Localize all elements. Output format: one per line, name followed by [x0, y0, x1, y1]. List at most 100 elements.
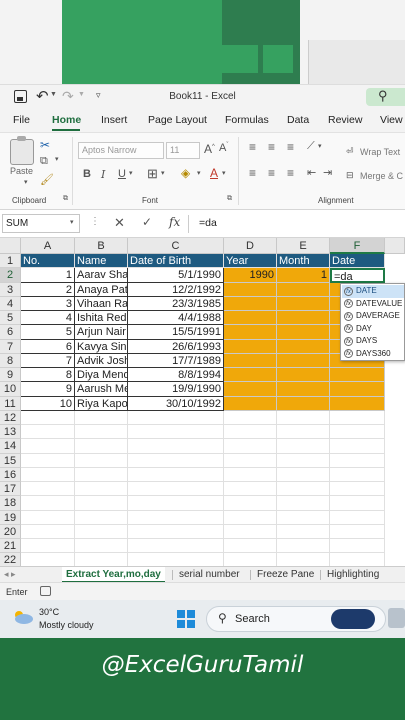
column-header[interactable]: D: [224, 238, 277, 254]
cell[interactable]: [277, 296, 330, 311]
row-header[interactable]: 2: [0, 268, 21, 283]
cell[interactable]: [224, 410, 277, 425]
cell[interactable]: [330, 410, 385, 425]
cell[interactable]: [277, 496, 330, 511]
tab-page-layout[interactable]: Page Layout: [148, 114, 207, 126]
chevron-down-icon[interactable]: ▾: [197, 169, 201, 177]
cell[interactable]: [128, 553, 224, 566]
cell[interactable]: [75, 524, 128, 539]
merge-icon[interactable]: ⊟: [346, 170, 354, 181]
cell[interactable]: Date: [330, 254, 385, 269]
cell[interactable]: [330, 467, 385, 482]
cell[interactable]: [277, 482, 330, 497]
decrease-font-icon[interactable]: Aˇ: [219, 142, 228, 154]
format-painter-icon[interactable]: 🖌: [40, 173, 54, 186]
cell[interactable]: 8/8/1994: [128, 368, 224, 383]
cell[interactable]: [277, 353, 330, 368]
cell[interactable]: [277, 439, 330, 454]
copy-icon[interactable]: ⧉: [40, 155, 48, 168]
taskbar-search-box[interactable]: ⚲ Search: [206, 606, 386, 632]
row-header[interactable]: 13: [0, 425, 21, 440]
tab-view[interactable]: View: [380, 114, 403, 126]
cell[interactable]: [224, 453, 277, 468]
weather-description[interactable]: Mostly cloudy: [39, 620, 94, 630]
chevron-down-icon[interactable]: ▼: [78, 91, 85, 98]
cell[interactable]: [128, 467, 224, 482]
cell[interactable]: [21, 524, 75, 539]
cell[interactable]: [330, 368, 385, 383]
cell[interactable]: 10: [21, 396, 75, 411]
sheet-tab-serial-number[interactable]: serial number: [175, 567, 244, 583]
cell[interactable]: [330, 524, 385, 539]
cell[interactable]: [21, 439, 75, 454]
paste-label[interactable]: Paste: [10, 166, 33, 176]
insert-function-icon[interactable]: fx: [169, 215, 180, 229]
tab-insert[interactable]: Insert: [101, 114, 127, 126]
cell[interactable]: [277, 524, 330, 539]
chevron-down-icon[interactable]: ▼: [50, 91, 57, 98]
cell[interactable]: [21, 467, 75, 482]
underline-icon[interactable]: U: [118, 168, 126, 180]
chevron-down-icon[interactable]: ▾: [55, 155, 59, 163]
cancel-icon[interactable]: ✕: [114, 215, 125, 231]
cell[interactable]: [224, 311, 277, 326]
sheet-tab-extract[interactable]: Extract Year,mo,day: [62, 567, 165, 583]
cell[interactable]: [224, 539, 277, 554]
cell[interactable]: Month: [277, 254, 330, 269]
chevron-down-icon[interactable]: ▾: [129, 169, 133, 177]
align-top-icon[interactable]: ≡: [249, 140, 256, 154]
align-right-icon[interactable]: ≡: [287, 166, 294, 180]
row-header[interactable]: 11: [0, 396, 21, 411]
cell[interactable]: [75, 496, 128, 511]
cut-icon[interactable]: ✂: [40, 138, 50, 152]
cell[interactable]: 4/4/1988: [128, 311, 224, 326]
accessibility-icon[interactable]: [40, 586, 51, 596]
cell[interactable]: 8: [21, 368, 75, 383]
cell[interactable]: [128, 510, 224, 525]
row-header[interactable]: 18: [0, 496, 21, 511]
paste-icon[interactable]: [10, 136, 34, 165]
chevron-down-icon[interactable]: ▾: [222, 169, 226, 177]
autocomplete-item[interactable]: fx DAVERAGE: [342, 310, 404, 323]
cell[interactable]: [75, 539, 128, 554]
align-middle-icon[interactable]: ≡: [268, 140, 275, 154]
cell[interactable]: Date of Birth: [128, 254, 224, 269]
cell[interactable]: [330, 396, 385, 411]
italic-icon[interactable]: I: [101, 168, 105, 181]
save-icon[interactable]: [14, 90, 27, 103]
cell[interactable]: [128, 524, 224, 539]
cell[interactable]: [21, 539, 75, 554]
search-button[interactable]: ⚲: [366, 88, 405, 106]
cell[interactable]: [224, 353, 277, 368]
cell[interactable]: [224, 496, 277, 511]
function-autocomplete-list[interactable]: fx DATE fx DATEVALUE fx DAVERAGE fx DAY fx DAYS fx…: [340, 283, 405, 361]
chevron-down-icon[interactable]: ▾: [24, 178, 28, 186]
undo-icon[interactable]: ↶: [36, 87, 49, 105]
tab-data[interactable]: Data: [287, 114, 309, 126]
font-size-select[interactable]: 11: [166, 142, 200, 159]
column-header[interactable]: A: [21, 238, 75, 254]
cell[interactable]: [224, 425, 277, 440]
cell[interactable]: [224, 553, 277, 566]
cell[interactable]: [224, 339, 277, 354]
autocomplete-item[interactable]: fx DATEVALUE: [342, 298, 404, 311]
font-color-icon[interactable]: A: [210, 166, 218, 180]
cell[interactable]: [75, 553, 128, 566]
cell[interactable]: [128, 482, 224, 497]
bold-icon[interactable]: B: [83, 168, 91, 180]
cell[interactable]: 3: [21, 296, 75, 311]
tab-formulas[interactable]: Formulas: [225, 114, 269, 126]
cell[interactable]: [224, 296, 277, 311]
formula-input[interactable]: =da: [199, 217, 217, 229]
cell[interactable]: [330, 539, 385, 554]
cell[interactable]: [277, 325, 330, 340]
cell[interactable]: [330, 439, 385, 454]
cell[interactable]: [277, 453, 330, 468]
row-header[interactable]: 21: [0, 539, 21, 554]
cell[interactable]: [75, 425, 128, 440]
row-header[interactable]: 14: [0, 439, 21, 454]
tab-file[interactable]: File: [13, 114, 30, 126]
cell[interactable]: [21, 496, 75, 511]
row-header[interactable]: 4: [0, 296, 21, 311]
cell[interactable]: [21, 553, 75, 566]
